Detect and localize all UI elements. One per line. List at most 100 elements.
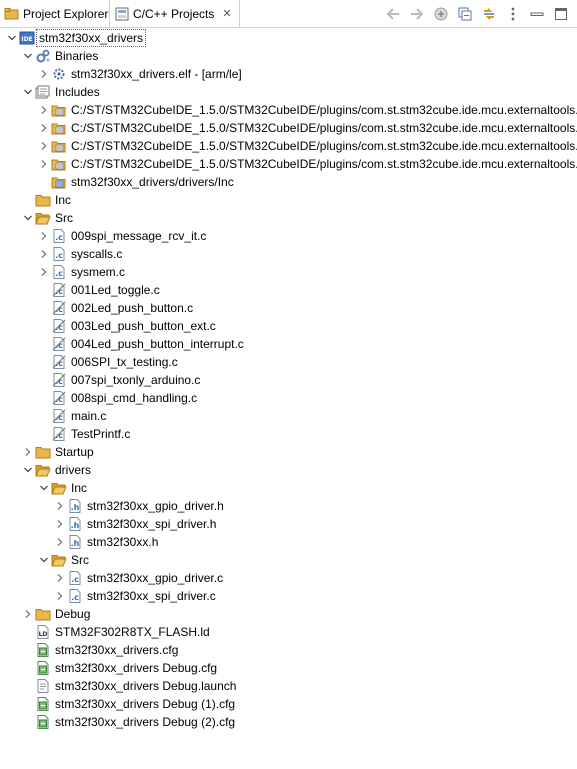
folder-icon [35, 192, 51, 208]
tree-item[interactable]: drivers [0, 461, 577, 479]
tree-item[interactable]: Src [0, 209, 577, 227]
svg-text:.c: .c [55, 377, 63, 386]
tree-item[interactable]: .c 009spi_message_rcv_it.c [0, 227, 577, 245]
tree-item[interactable]: stm32f30xx_drivers Debug (1).cfg [0, 695, 577, 713]
collapse-chevron-right-icon[interactable] [53, 516, 67, 532]
linker-script-icon: LD [35, 624, 51, 640]
tab-project-explorer[interactable]: Project Explorer [0, 0, 109, 27]
tree-item-label: Startup [55, 445, 94, 459]
maximize-icon[interactable] [551, 4, 571, 23]
svg-text:.c: .c [55, 269, 63, 278]
collapse-chevron-right-icon[interactable] [37, 138, 51, 154]
collapse-chevron-right-icon[interactable] [37, 246, 51, 262]
collapse-chevron-right-icon[interactable] [37, 102, 51, 118]
folder-icon [35, 606, 51, 622]
tree-item-label: syscalls.c [71, 247, 123, 261]
tree-item[interactable]: C:/ST/STM32CubeIDE_1.5.0/STM32CubeIDE/pl… [0, 119, 577, 137]
tree-item[interactable]: .c stm32f30xx_gpio_driver.c [0, 569, 577, 587]
tree-item-label: stm32f30xx_drivers Debug (1).cfg [55, 697, 236, 711]
tree-item[interactable]: Includes [0, 83, 577, 101]
tree-item-label: stm32f30xx_drivers.cfg [55, 643, 179, 657]
expand-chevron-down-icon[interactable] [21, 462, 35, 478]
tree-item-label: stm32f30xx_gpio_driver.h [87, 499, 224, 513]
tree-item[interactable]: .c sysmem.c [0, 263, 577, 281]
collapse-chevron-right-icon[interactable] [21, 606, 35, 622]
expand-chevron-down-icon[interactable] [21, 84, 35, 100]
tree-item[interactable]: stm32f30xx_drivers.elf - [arm/le] [0, 65, 577, 83]
tree-item[interactable]: .c 003Led_push_button_ext.c [0, 317, 577, 335]
tree-item[interactable]: LD STM32F302R8TX_FLASH.ld [0, 623, 577, 641]
collapse-chevron-right-icon[interactable] [37, 120, 51, 136]
tree-item[interactable]: IDE stm32f30xx_drivers [0, 29, 577, 47]
tree-item[interactable]: .c stm32f30xx_spi_driver.c [0, 587, 577, 605]
header-file-icon: .h [67, 516, 83, 532]
tree-item[interactable]: .h stm32f30xx_spi_driver.h [0, 515, 577, 533]
tree-item-label: stm32f30xx_drivers/drivers/Inc [71, 175, 234, 189]
expand-chevron-down-icon[interactable] [21, 48, 35, 64]
tree-item-label: Src [55, 211, 73, 225]
tree-item[interactable]: Binaries [0, 47, 577, 65]
link-with-editor-icon[interactable] [479, 4, 499, 23]
collapse-chevron-right-icon[interactable] [37, 156, 51, 172]
tree-item[interactable]: C:/ST/STM32CubeIDE_1.5.0/STM32CubeIDE/pl… [0, 155, 577, 173]
tree-item[interactable]: stm32f30xx_drivers/drivers/Inc [0, 173, 577, 191]
collapse-chevron-right-icon[interactable] [21, 444, 35, 460]
close-icon[interactable]: ✕ [222, 7, 231, 20]
view-menu-icon[interactable] [503, 4, 523, 23]
tree-item[interactable]: .c 008spi_cmd_handling.c [0, 389, 577, 407]
svg-text:.c: .c [55, 287, 63, 296]
tree-item[interactable]: .c main.c [0, 407, 577, 425]
collapse-chevron-right-icon[interactable] [37, 66, 51, 82]
collapse-chevron-right-icon[interactable] [53, 498, 67, 514]
tree-item[interactable]: stm32f30xx_drivers.cfg [0, 641, 577, 659]
collapse-chevron-right-icon[interactable] [37, 228, 51, 244]
header-file-icon: .h [67, 534, 83, 550]
c-source-file-excluded-icon: .c [51, 390, 67, 406]
collapse-all-icon[interactable] [455, 4, 475, 23]
tree-item[interactable]: stm32f30xx_drivers Debug.launch [0, 677, 577, 695]
c-source-file-excluded-icon: .c [51, 318, 67, 334]
expand-chevron-down-icon[interactable] [5, 30, 19, 46]
collapse-chevron-right-icon[interactable] [53, 588, 67, 604]
expand-chevron-down-icon[interactable] [37, 552, 51, 568]
tree-item[interactable]: .c 004Led_push_button_interrupt.c [0, 335, 577, 353]
tree-item[interactable]: C:/ST/STM32CubeIDE_1.5.0/STM32CubeIDE/pl… [0, 137, 577, 155]
tree-item-label: STM32F302R8TX_FLASH.ld [55, 625, 210, 639]
c-source-file-excluded-icon: .c [51, 408, 67, 424]
tree-item[interactable]: .c syscalls.c [0, 245, 577, 263]
minimize-icon[interactable] [527, 4, 547, 23]
tab-cpp-projects[interactable]: C/C++ Projects ✕ [109, 0, 240, 27]
tree-item[interactable]: Startup [0, 443, 577, 461]
collapse-chevron-right-icon[interactable] [53, 534, 67, 550]
collapse-chevron-right-icon[interactable] [37, 264, 51, 280]
expand-chevron-down-icon[interactable] [37, 480, 51, 496]
tree-item[interactable]: Inc [0, 191, 577, 209]
tree-item[interactable]: .h stm32f30xx.h [0, 533, 577, 551]
collapse-chevron-right-icon[interactable] [53, 570, 67, 586]
tree-item[interactable]: .c TestPrintf.c [0, 425, 577, 443]
tree-item[interactable]: .c 002Led_push_button.c [0, 299, 577, 317]
back-arrow-icon[interactable] [383, 4, 403, 23]
tree-item-label: main.c [71, 409, 107, 423]
svg-text:.c: .c [55, 359, 63, 368]
tree-item[interactable]: .h stm32f30xx_gpio_driver.h [0, 497, 577, 515]
tree-item-label: 008spi_cmd_handling.c [71, 391, 198, 405]
forward-arrow-icon[interactable] [407, 4, 427, 23]
tree-item[interactable]: .c 006SPI_tx_testing.c [0, 353, 577, 371]
tree-item[interactable]: .c 007spi_txonly_arduino.c [0, 371, 577, 389]
tree-item-label: sysmem.c [71, 265, 125, 279]
tree-item[interactable]: Src [0, 551, 577, 569]
tree-item[interactable]: C:/ST/STM32CubeIDE_1.5.0/STM32CubeIDE/pl… [0, 101, 577, 119]
c-source-file-icon: .c [51, 264, 67, 280]
tree-item-label: C:/ST/STM32CubeIDE_1.5.0/STM32CubeIDE/pl… [71, 121, 577, 135]
tree-item-label: Src [71, 553, 89, 567]
expand-chevron-down-icon[interactable] [21, 210, 35, 226]
tree-item[interactable]: Debug [0, 605, 577, 623]
up-icon[interactable] [431, 4, 451, 23]
tree-item[interactable]: Inc [0, 479, 577, 497]
svg-text:IDE: IDE [21, 36, 32, 43]
tree-item[interactable]: stm32f30xx_drivers Debug (2).cfg [0, 713, 577, 731]
tree-item[interactable]: .c 001Led_toggle.c [0, 281, 577, 299]
tree-item[interactable]: stm32f30xx_drivers Debug.cfg [0, 659, 577, 677]
tree-item-label: stm32f30xx_gpio_driver.c [87, 571, 224, 585]
